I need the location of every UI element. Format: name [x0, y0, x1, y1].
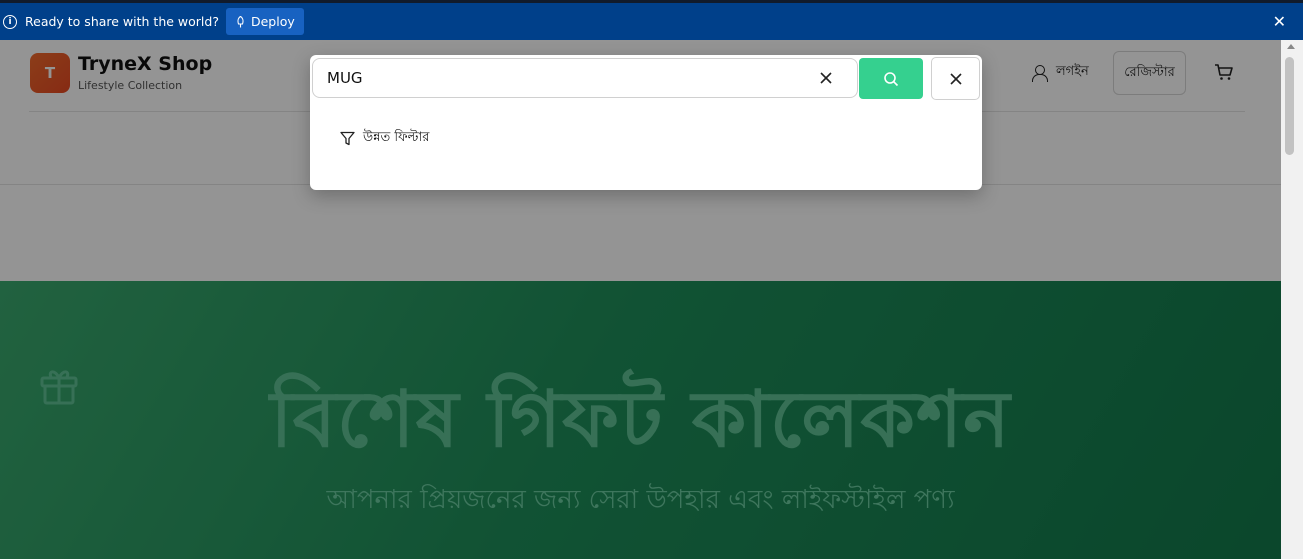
- close-search-button[interactable]: [931, 57, 980, 100]
- banner-message: Ready to share with the world?: [25, 14, 219, 29]
- vertical-scrollbar[interactable]: [1281, 40, 1303, 559]
- clear-search-icon[interactable]: [818, 70, 834, 86]
- search-field[interactable]: [312, 58, 858, 98]
- deploy-banner: i Ready to share with the world? Deploy …: [0, 0, 1303, 40]
- search-input[interactable]: [327, 66, 787, 90]
- advanced-filter-toggle[interactable]: উন্নত ফিল্টার: [340, 128, 429, 149]
- deploy-label: Deploy: [250, 14, 295, 29]
- close-icon[interactable]: ✕: [1273, 12, 1286, 31]
- info-icon: i: [3, 14, 17, 29]
- search-icon: [884, 71, 899, 86]
- deploy-button[interactable]: Deploy: [225, 8, 304, 35]
- search-button[interactable]: [859, 58, 923, 99]
- rocket-icon: [237, 15, 244, 27]
- scroll-up-arrow[interactable]: [1287, 44, 1295, 49]
- filter-icon: [340, 131, 355, 146]
- advanced-filter-label: উন্নত ফিল্টার: [363, 130, 430, 145]
- search-modal: উন্নত ফিল্টার: [310, 55, 982, 190]
- scroll-thumb[interactable]: [1285, 57, 1294, 155]
- close-icon: [949, 72, 962, 85]
